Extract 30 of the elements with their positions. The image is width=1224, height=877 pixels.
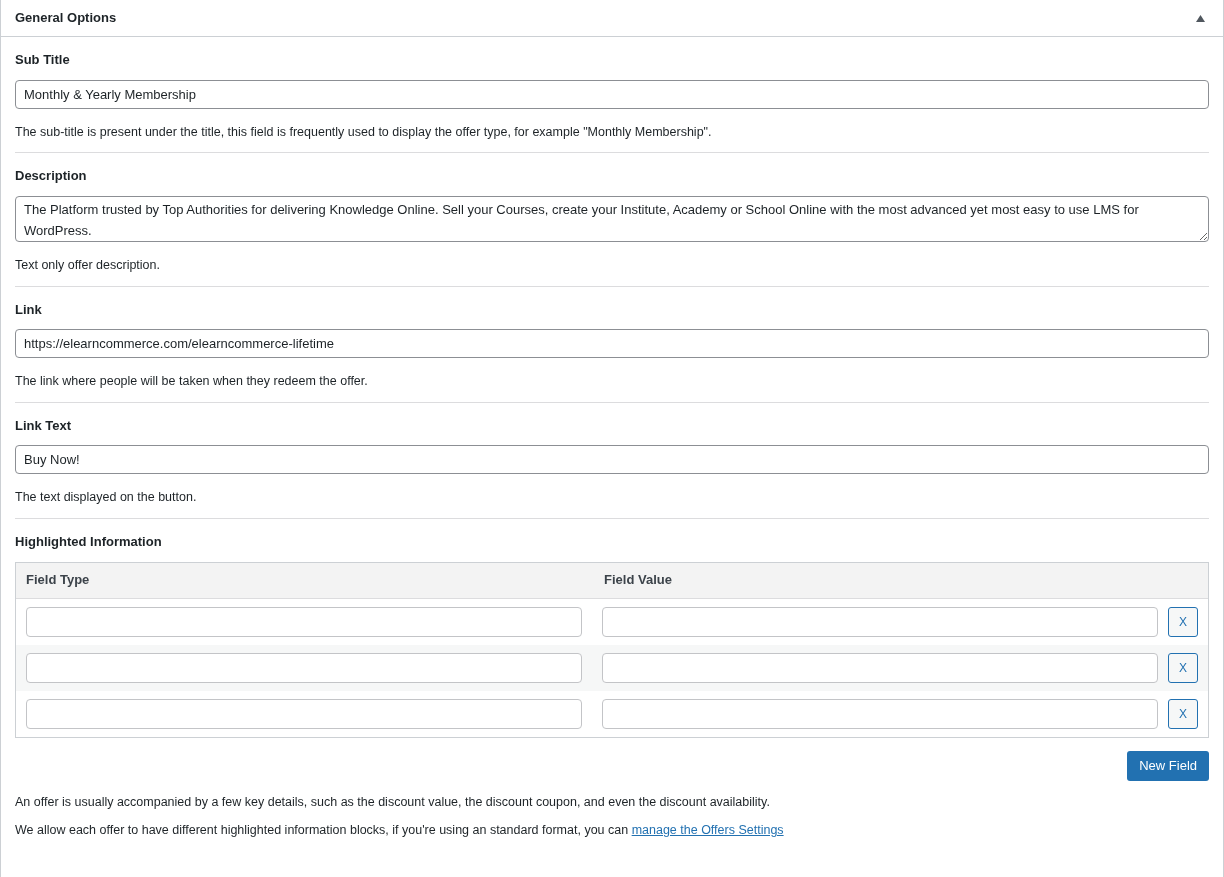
field-type-input[interactable] bbox=[26, 652, 582, 683]
up-triangle-icon bbox=[1196, 14, 1205, 22]
field-label: Description bbox=[15, 167, 88, 186]
new-field-button[interactable]: New Field bbox=[1127, 750, 1209, 781]
field-label: Sub Title bbox=[15, 51, 71, 69]
text-input[interactable]: Buy Now! bbox=[15, 445, 1209, 475]
info-text: We allow each offer to have different highlighted information blocks, if you're using an standard format, you can manage the Offers Settings bbox=[15, 822, 785, 840]
help-text: Text only offer description. bbox=[15, 256, 161, 274]
panel-title: General Options bbox=[15, 9, 117, 28]
remove-button[interactable]: X bbox=[1168, 698, 1198, 729]
info-text: An offer is usually accompanied by a few key details, such as the discount value, the discount coupon, and even the discount availability. bbox=[15, 793, 771, 811]
field-label: Link bbox=[15, 300, 43, 319]
field-type-input[interactable] bbox=[26, 606, 582, 637]
field-value-input[interactable] bbox=[601, 652, 1159, 683]
column-header: Field Value bbox=[604, 571, 673, 590]
field-label: Link Text bbox=[15, 416, 73, 435]
section-label: Highlighted Information bbox=[15, 533, 163, 551]
remove-button[interactable]: X bbox=[1168, 652, 1198, 683]
help-text: The link where people will be taken when they redeem the offer. bbox=[15, 373, 369, 390]
help-text: The text displayed on the button. bbox=[15, 489, 198, 507]
help-text: The sub-title is present under the title, this field is frequently used to display the offer type, for example "Monthly Membership". bbox=[15, 123, 713, 141]
field-type-input[interactable] bbox=[26, 698, 582, 729]
remove-button[interactable]: X bbox=[1168, 606, 1198, 637]
column-header: Field Type bbox=[26, 571, 91, 590]
settings-link[interactable]: manage the Offers Settings bbox=[631, 823, 784, 838]
field-value-input[interactable] bbox=[601, 698, 1159, 729]
text-input[interactable]: https://elearncommerce.com/elearncommerce-lifetime bbox=[15, 329, 1209, 358]
field-value-input[interactable] bbox=[601, 606, 1159, 637]
text-input[interactable]: Monthly & Yearly Membership bbox=[15, 79, 1209, 109]
description-textarea[interactable]: The Platform trusted by Top Authorities for delivering Knowledge Online. Sell your Courses, create your Institute, Academy or School Online with the most advanced yet most easy to use LMS for WordPress. bbox=[15, 195, 1209, 242]
